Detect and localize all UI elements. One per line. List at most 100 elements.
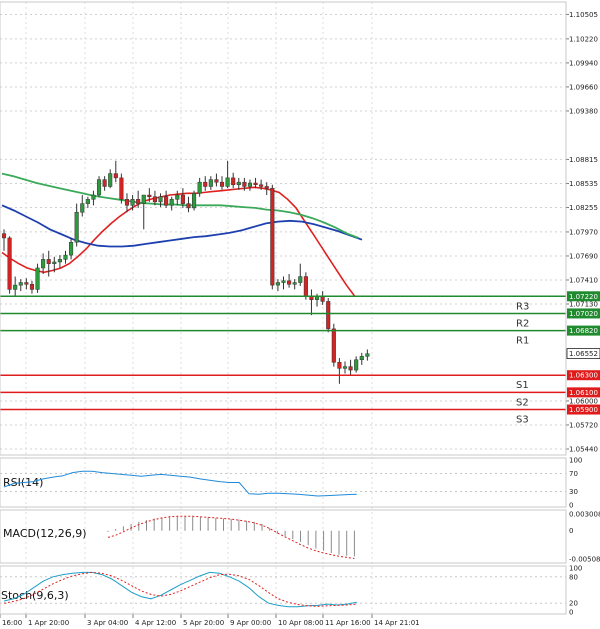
level-name-r3: R3 <box>516 301 529 312</box>
candle-body <box>74 211 79 243</box>
candle-body <box>231 177 236 185</box>
candle-body <box>52 261 57 264</box>
candle-body <box>169 199 174 206</box>
level-price-label: 1.06820 <box>569 327 598 335</box>
candle-body <box>102 179 107 187</box>
candle-body <box>270 187 275 286</box>
candle-body <box>158 196 163 203</box>
price-grid <box>0 2 566 614</box>
candle-body <box>175 194 180 200</box>
level-name-s3: S3 <box>516 415 529 426</box>
price-tick-label: 1.09380 <box>569 107 598 115</box>
time-tick-label: 11 Apr 16:00 <box>325 619 371 627</box>
pivot-levels: R31.07220R21.07020R11.06820S11.06300S21.… <box>0 291 600 426</box>
candle-body <box>152 196 157 203</box>
candle-body <box>292 282 297 285</box>
candle-body <box>225 177 230 187</box>
level-name-s1: S1 <box>516 380 529 391</box>
candle-body <box>147 194 152 198</box>
price-tick-label: 1.05440 <box>569 445 598 453</box>
rsi-panel: RSI(14) 10070300 <box>0 457 582 510</box>
candle-body <box>69 241 74 256</box>
level-price-label: 1.06300 <box>569 372 598 380</box>
price-tick-label: 1.07130 <box>569 301 598 309</box>
candle-body <box>85 199 90 204</box>
candle-body <box>275 282 280 286</box>
candle-body <box>119 177 124 200</box>
candle-body <box>130 199 135 206</box>
candle-body <box>337 362 342 369</box>
candle-body <box>13 284 18 290</box>
candle-body <box>136 199 141 204</box>
price-tick-label: 1.09660 <box>569 83 598 91</box>
rsi-tick-label: 30 <box>569 488 578 496</box>
macd-tick-label: 0.003008 <box>569 511 600 519</box>
candle-body <box>35 267 40 290</box>
candle-body <box>80 203 85 213</box>
current-price-label: 1.06552 <box>569 350 598 358</box>
price-tick-label: 1.07690 <box>569 252 598 260</box>
candle-body <box>41 259 46 269</box>
candle-body <box>164 196 169 206</box>
candle-body <box>96 179 102 196</box>
rsi-line <box>3 470 357 497</box>
stoch-panel: Stoch(9,6,3) 10080 200 <box>0 565 582 617</box>
moving-averages <box>1 172 363 297</box>
candle-body <box>91 194 96 200</box>
candle-body <box>365 353 370 357</box>
candle-body <box>281 280 286 283</box>
candle-body <box>46 259 51 264</box>
price-tick-label: 1.09940 <box>569 59 598 67</box>
candle-body <box>24 282 29 285</box>
price-tick-label: 1.10505 <box>569 11 598 19</box>
candle-body <box>29 284 34 290</box>
price-tick-label: 1.07410 <box>569 276 598 284</box>
rsi-tick-label: 100 <box>569 457 582 465</box>
stoch-tick-label: 20 <box>569 600 578 608</box>
macd-title: MACD(12,26,9) <box>3 527 87 540</box>
time-tick-label: 9 Apr 00:00 <box>230 619 271 627</box>
stoch-title: Stoch(9,6,3) <box>1 589 69 602</box>
stoch-tick-label: 100 <box>569 565 582 573</box>
candle-body <box>247 182 253 187</box>
candle-body <box>236 181 241 185</box>
price-tick-label: 1.08255 <box>569 204 598 212</box>
candle-body <box>219 181 225 187</box>
candle-body <box>253 182 258 185</box>
time-axis: 16:00 1 Apr 20:00 3 Apr 04:00 4 Apr 12:00 5 … <box>0 614 420 627</box>
price-axis: 1.10505 1.10220 1.09940 1.09660 1.09380 1.088… <box>566 11 598 453</box>
rsi-tick-label: 70 <box>569 470 578 478</box>
candle-body <box>242 181 247 187</box>
candle-body <box>264 186 269 189</box>
level-name-s2: S2 <box>516 397 529 408</box>
time-tick-label: 16:00 <box>2 619 22 627</box>
price-tick-label: 1.08815 <box>569 156 598 164</box>
candle-body <box>354 359 359 371</box>
candle-body <box>124 199 130 206</box>
candle-body <box>259 184 264 187</box>
candle-body <box>298 276 303 283</box>
candle-body <box>7 237 12 290</box>
candle-body <box>57 259 62 263</box>
level-price-label: 1.05900 <box>569 406 598 414</box>
candle-body <box>141 194 146 204</box>
time-tick-label: 4 Apr 12:00 <box>135 619 176 627</box>
candle-body <box>214 179 219 183</box>
candle-body <box>359 356 364 361</box>
stoch-tick-label: 80 <box>569 573 578 581</box>
rsi-tick-label: 0 <box>569 502 573 510</box>
time-tick-label: 14 Apr 21:01 <box>374 619 420 627</box>
level-price-label: 1.06100 <box>569 389 598 397</box>
candle-body <box>331 328 336 363</box>
forex-chart: R31.07220R21.07020R11.06820S11.06300S21.… <box>0 1 600 627</box>
candle-body <box>203 181 208 187</box>
candle-body <box>180 194 185 204</box>
candle-body <box>113 173 118 179</box>
level-name-r1: R1 <box>516 336 529 347</box>
candle-body <box>303 276 308 297</box>
price-tick-label: 1.10220 <box>569 35 598 43</box>
stoch-tick-label: 0 <box>569 609 573 617</box>
price-tick-label: 1.06000 <box>569 397 598 405</box>
price-tick-label: 1.07970 <box>569 228 598 236</box>
candle-body <box>208 179 213 187</box>
